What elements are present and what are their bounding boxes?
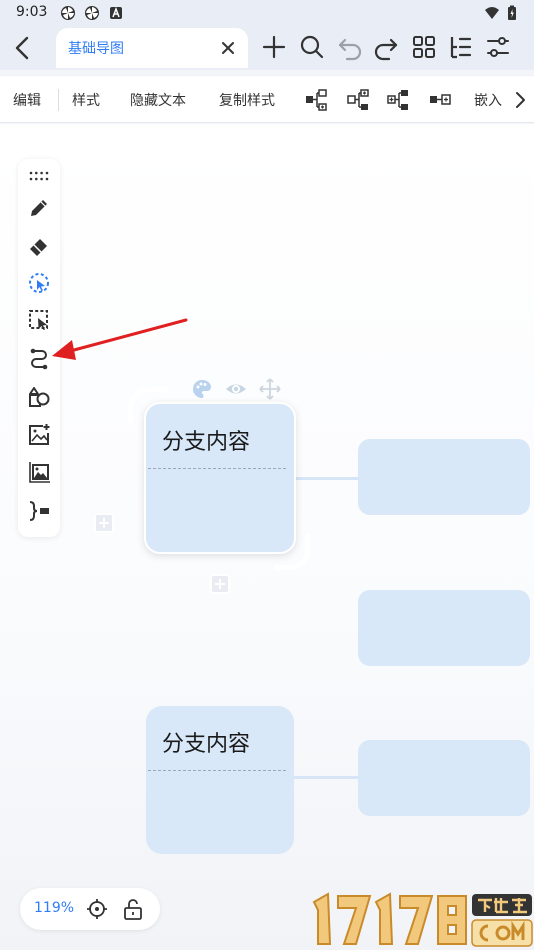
search-icon[interactable] — [296, 31, 328, 63]
node-text-divider — [148, 770, 286, 771]
add-below-node-button[interactable] — [210, 574, 230, 594]
status-bar: 9:03 — [0, 0, 534, 26]
add-sibling-node-icon[interactable] — [346, 88, 370, 112]
pinwheel-app-icon — [61, 6, 75, 20]
document-tab[interactable]: 基础导图 — [56, 28, 248, 68]
pencil-icon[interactable] — [27, 196, 51, 220]
status-time: 9:03 — [16, 4, 48, 20]
close-icon[interactable] — [214, 34, 242, 62]
add-icon[interactable] — [258, 31, 290, 63]
locate-center-icon[interactable] — [86, 898, 108, 920]
eraser-icon[interactable] — [27, 234, 51, 258]
battery-icon — [508, 5, 516, 20]
grid-icon[interactable] — [408, 31, 440, 63]
branch-node[interactable]: 分支内容 — [146, 706, 294, 854]
back-icon[interactable] — [8, 32, 38, 64]
add-child-node-icon[interactable] — [304, 88, 328, 112]
chevron-right-icon[interactable] — [508, 88, 532, 112]
edit-button[interactable]: 编辑 — [13, 90, 41, 110]
branch-connector — [296, 477, 358, 480]
add-left-node-icon[interactable] — [428, 88, 452, 112]
branch-connector — [294, 776, 358, 779]
node-title[interactable]: 分支内容 — [162, 726, 250, 758]
top-navigation-bar: 基础导图 — [0, 26, 534, 70]
watermark-logo — [312, 892, 533, 947]
a-notification-icon — [110, 6, 122, 19]
background-image-icon[interactable] — [27, 461, 51, 485]
pinwheel-app-icon — [85, 6, 99, 20]
eye-icon[interactable] — [225, 378, 247, 400]
style-button[interactable]: 样式 — [72, 90, 100, 110]
shape-icon[interactable] — [27, 385, 51, 409]
outline-icon[interactable] — [444, 31, 476, 63]
wifi-icon — [485, 7, 499, 19]
hide-text-button[interactable]: 隐藏文本 — [130, 90, 186, 110]
plus-icon — [99, 518, 109, 528]
document-tab-title: 基础导图 — [68, 41, 124, 57]
embed-button[interactable]: 嵌入 — [474, 90, 502, 110]
palette-icon[interactable] — [191, 378, 213, 400]
child-node[interactable] — [358, 590, 530, 666]
selection-box-icon[interactable] — [27, 308, 51, 332]
undo-icon[interactable] — [334, 31, 366, 63]
tool-palette — [18, 159, 60, 537]
add-parent-node-icon[interactable] — [386, 88, 410, 112]
add-left-node-button[interactable] — [94, 513, 114, 533]
toolbar-divider — [58, 89, 59, 111]
move-icon[interactable] — [259, 378, 281, 400]
selected-branch-node[interactable]: 分支内容 — [144, 402, 296, 554]
image-add-icon[interactable] — [27, 423, 51, 447]
connection-line-icon[interactable] — [27, 346, 51, 370]
child-node[interactable] — [358, 439, 530, 515]
format-toolbar: 编辑 样式 隐藏文本 复制样式 嵌入 — [0, 75, 534, 123]
node-title[interactable]: 分支内容 — [162, 424, 250, 456]
redo-icon[interactable] — [370, 31, 402, 63]
unlock-icon[interactable] — [122, 898, 144, 920]
drag-handle-icon[interactable] — [27, 165, 51, 189]
node-text-divider — [148, 468, 286, 469]
child-node[interactable] — [358, 740, 530, 816]
summary-icon[interactable] — [27, 499, 51, 523]
plus-icon — [215, 579, 225, 589]
zoom-level[interactable]: 119% — [34, 900, 74, 916]
zoom-panel: 119% — [20, 888, 160, 930]
settings-icon[interactable] — [482, 31, 514, 63]
copy-style-button[interactable]: 复制样式 — [219, 90, 275, 110]
lasso-select-icon[interactable] — [27, 271, 51, 295]
